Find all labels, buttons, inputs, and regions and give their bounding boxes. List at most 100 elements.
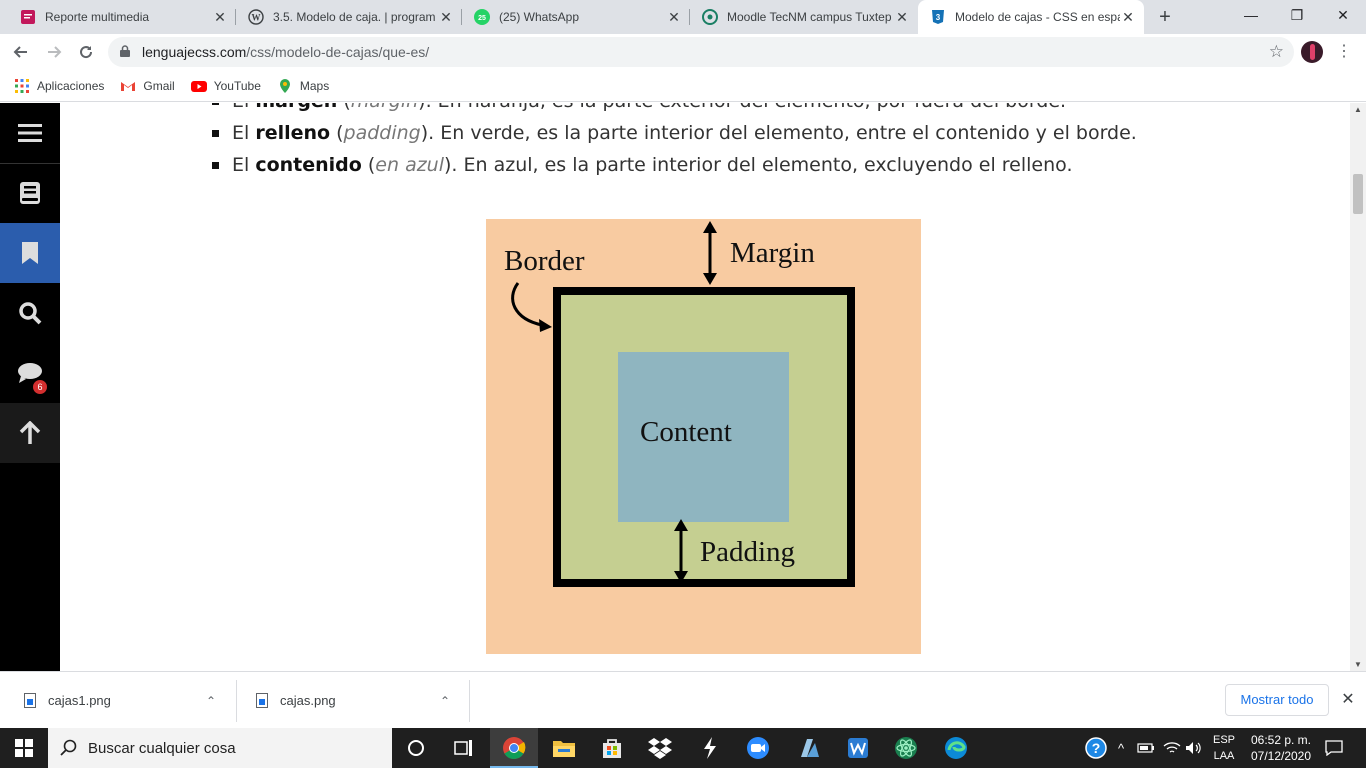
system-clock[interactable]: 06:52 p. m. 07/12/2020 <box>1240 732 1322 764</box>
lock-icon <box>120 45 130 57</box>
sidebar-item-menu[interactable] <box>0 103 60 163</box>
gmail-icon <box>121 81 136 91</box>
restore-button[interactable]: ❐ <box>1274 0 1320 30</box>
search-icon <box>60 739 77 756</box>
scroll-up-arrow-icon[interactable]: ▲ <box>1354 105 1362 114</box>
taskbar-atom[interactable] <box>882 728 930 768</box>
tab-moodle[interactable]: Moodle TecNM campus Tuxtep ✕ <box>690 0 918 34</box>
taskbar-chrome[interactable] <box>490 728 538 768</box>
taskbar-store[interactable] <box>588 728 636 768</box>
cortana-button[interactable] <box>392 728 440 768</box>
sidebar-item-bookmark[interactable] <box>0 223 60 283</box>
tab-title: Modelo de cajas - CSS en espa <box>955 10 1120 24</box>
close-shelf-button[interactable]: ✕ <box>1338 686 1358 714</box>
bookmark-aplicaciones[interactable]: Aplicaciones <box>14 78 104 94</box>
close-window-button[interactable]: ✕ <box>1320 0 1366 30</box>
taskbar-wps[interactable] <box>834 728 882 768</box>
wifi-icon <box>1163 742 1181 753</box>
bookmark-maps[interactable]: Maps <box>277 78 329 94</box>
notifications-button[interactable] <box>1320 728 1348 768</box>
svg-text:W: W <box>252 13 261 23</box>
tab-modelo-de-cajas-css[interactable]: 3 Modelo de cajas - CSS en espa ✕ <box>918 0 1144 34</box>
term-bold: margen <box>255 103 337 112</box>
taskbar-edge[interactable] <box>932 728 980 768</box>
sidebar-item-search[interactable] <box>0 283 60 343</box>
forward-button[interactable] <box>40 38 68 66</box>
address-bar[interactable]: lenguajecss.com/css/modelo-de-cajas/que-… <box>108 37 1294 67</box>
sidebar-item-comments[interactable]: 6 <box>0 343 60 403</box>
box-model-diagram: Border Margin Content Padding <box>486 219 921 654</box>
article-content: El margen (margin). En naranja, es la pa… <box>60 103 1350 671</box>
taskbar-azure[interactable] <box>784 728 832 768</box>
store-icon <box>603 739 621 758</box>
term-italic: margin <box>351 103 418 112</box>
windows-taskbar: Buscar cualquier cosa ? ^ ESP LAA 06:52 … <box>0 728 1366 768</box>
list-item: El relleno (padding). En verde, es la pa… <box>212 117 1137 149</box>
back-button[interactable] <box>7 38 35 66</box>
show-all-downloads-button[interactable]: Mostrar todo <box>1225 684 1329 716</box>
task-view-icon <box>454 740 472 756</box>
chevron-up-icon[interactable]: ⌃ <box>440 694 450 708</box>
task-view-button[interactable] <box>440 728 488 768</box>
whatsapp-icon: 25 <box>474 9 490 25</box>
volume-tray-button[interactable] <box>1184 728 1204 768</box>
close-tab-icon[interactable]: ✕ <box>438 9 454 26</box>
show-hidden-icons-button[interactable]: ^ <box>1112 728 1130 768</box>
help-tray-button[interactable]: ? <box>1084 728 1108 768</box>
input-language-indicator[interactable]: ESP LAA <box>1207 732 1241 764</box>
minimize-button[interactable]: — <box>1228 0 1274 30</box>
close-tab-icon[interactable]: ✕ <box>894 9 910 26</box>
reload-button[interactable] <box>72 38 100 66</box>
battery-tray-button[interactable] <box>1136 728 1156 768</box>
battery-icon <box>1137 743 1154 753</box>
taskbar-zoom[interactable] <box>734 728 782 768</box>
close-tab-icon[interactable]: ✕ <box>1120 9 1136 26</box>
start-button[interactable] <box>0 728 48 768</box>
cortana-circle-icon <box>408 740 424 756</box>
browser-menu-icon[interactable]: ⋮ <box>1334 38 1354 66</box>
url-path: /css/modelo-de-cajas/que-es/ <box>246 44 430 60</box>
sidebar-item-top[interactable] <box>0 403 60 463</box>
notification-center-icon <box>1325 740 1343 756</box>
tab-whatsapp[interactable]: 25 (25) WhatsApp ✕ <box>462 0 690 34</box>
page-scrollbar[interactable]: ▲ ▼ <box>1350 103 1366 671</box>
bolt-icon <box>704 737 716 759</box>
image-file-icon <box>24 693 36 708</box>
bookmark-youtube[interactable]: YouTube <box>190 78 261 94</box>
new-tab-button[interactable]: + <box>1154 6 1176 28</box>
bookmark-label: YouTube <box>213 78 261 93</box>
chevron-up-icon[interactable]: ⌃ <box>206 694 216 708</box>
scroll-down-arrow-icon[interactable]: ▼ <box>1354 660 1362 669</box>
border-curved-arrow <box>511 282 552 332</box>
clock-date: 07/12/2020 <box>1250 749 1312 763</box>
apps-grid-icon <box>15 78 29 93</box>
sidebar-item-book[interactable] <box>0 163 60 223</box>
taskbar-search[interactable]: Buscar cualquier cosa <box>48 728 392 768</box>
file-explorer-icon <box>553 741 575 757</box>
dropbox-icon <box>648 738 672 759</box>
taskbar-bolt-app[interactable] <box>686 728 734 768</box>
bookmark-gmail[interactable]: Gmail <box>120 78 175 94</box>
taskbar-file-explorer[interactable] <box>540 728 588 768</box>
profile-avatar[interactable] <box>1301 41 1323 63</box>
scroll-thumb[interactable] <box>1353 174 1363 214</box>
edge-icon <box>945 737 967 759</box>
reload-icon <box>80 46 93 59</box>
atom-icon <box>895 737 917 759</box>
tab-modelo-de-caja-wordpress[interactable]: W 3.5. Modelo de caja. | program ✕ <box>236 0 462 34</box>
download-item[interactable]: cajas.png ⌃ <box>256 672 468 729</box>
taskbar-dropbox[interactable] <box>636 728 684 768</box>
book-icon <box>20 182 40 204</box>
bookmark-star-icon[interactable]: ☆ <box>1269 37 1284 67</box>
tab-reporte-multimedia[interactable]: Reporte multimedia ✕ <box>8 0 236 34</box>
download-item[interactable]: cajas1.png ⌃ <box>24 672 236 729</box>
download-divider <box>236 680 237 722</box>
wifi-tray-button[interactable] <box>1162 728 1182 768</box>
bookmarks-bar: Aplicaciones Gmail YouTube Maps <box>0 70 1366 102</box>
tab-strip: Reporte multimedia ✕ W 3.5. Modelo de ca… <box>0 0 1366 34</box>
term-bold: contenido <box>255 154 362 176</box>
close-tab-icon[interactable]: ✕ <box>666 9 682 26</box>
margin-arrow <box>703 221 717 285</box>
windows-logo-icon <box>15 739 33 757</box>
close-tab-icon[interactable]: ✕ <box>212 9 228 26</box>
